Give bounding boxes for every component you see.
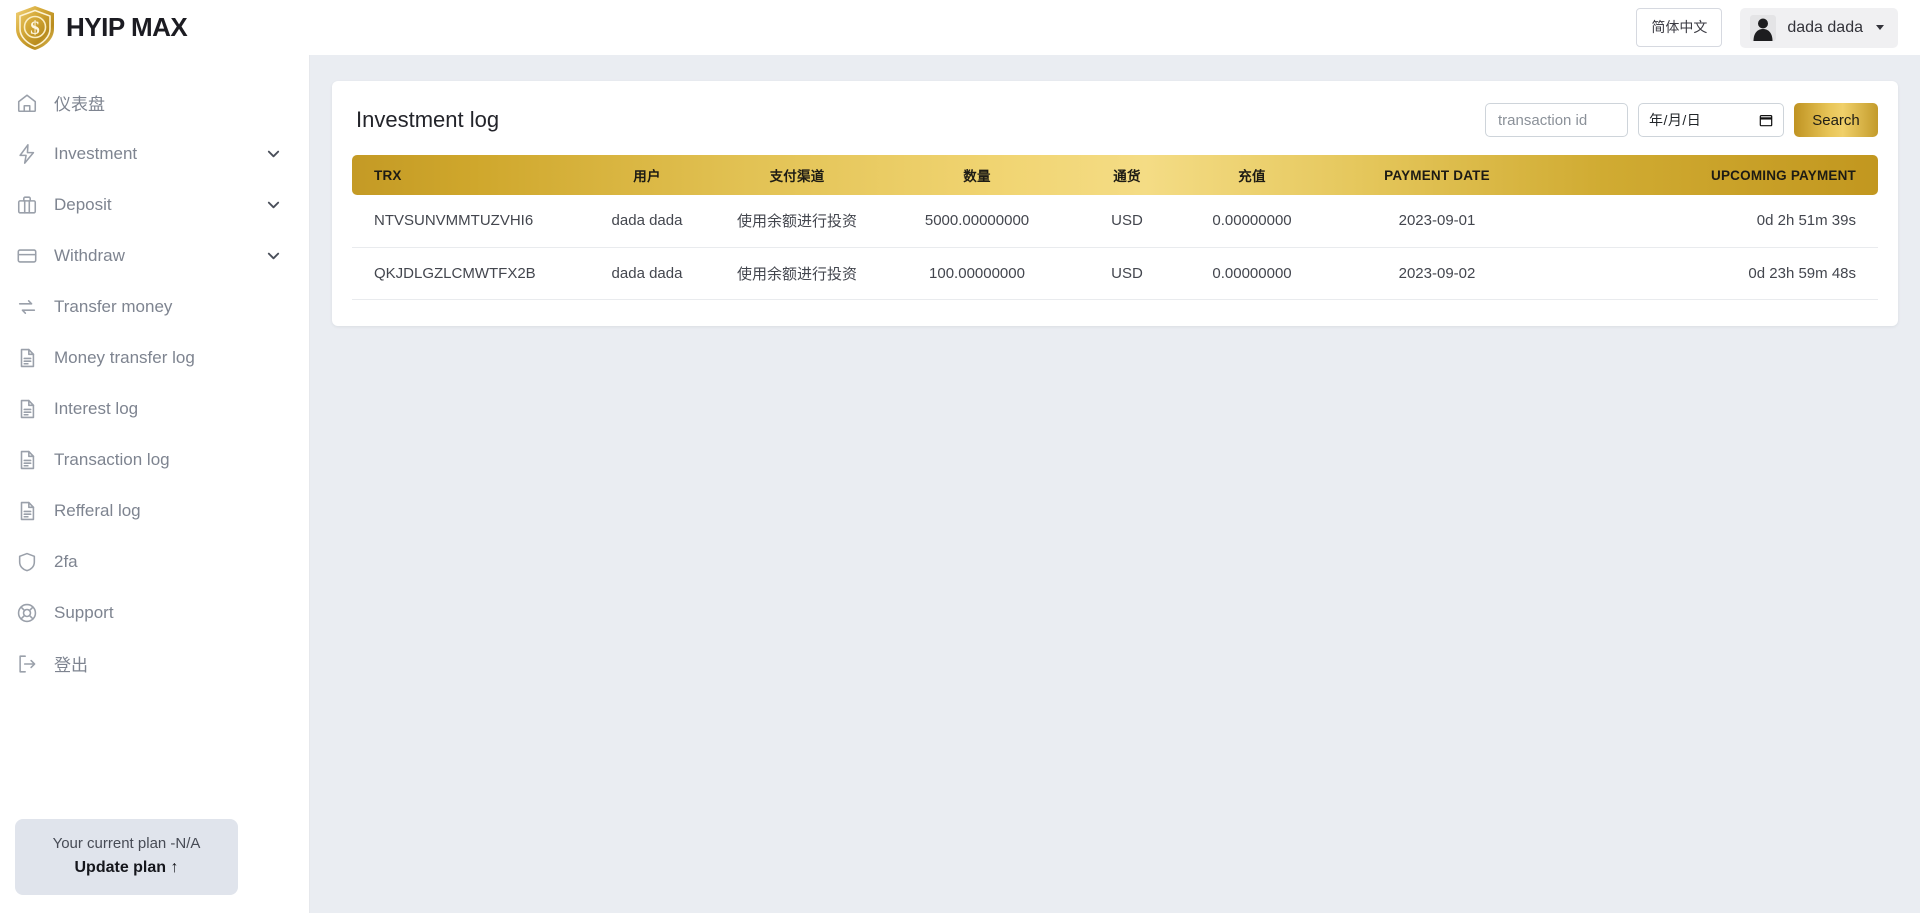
cell-currency: USD bbox=[1072, 247, 1182, 299]
table-row[interactable]: QKJDLGZLCMWTFX2B dada dada 使用余额进行投资 100.… bbox=[352, 247, 1878, 299]
cell-upcoming-payment: 0d 2h 51m 39s bbox=[1552, 195, 1878, 247]
sidebar-item-label: 2fa bbox=[54, 552, 78, 572]
column-header-user: 用户 bbox=[582, 155, 712, 195]
sidebar-item-deposit[interactable]: Deposit bbox=[0, 179, 309, 230]
cell-topup: 0.00000000 bbox=[1182, 247, 1322, 299]
sidebar-item-transfer-money[interactable]: Transfer money bbox=[0, 281, 309, 332]
sidebar-item-money-transfer-log[interactable]: Money transfer log bbox=[0, 332, 309, 383]
investment-log-table: TRX 用户 支付渠道 数量 通货 充值 PAYMENT DATE UPCOMI… bbox=[352, 155, 1878, 300]
card-header: Investment log 年/月/日 Search bbox=[352, 99, 1878, 155]
cell-payment-channel: 使用余额进行投资 bbox=[712, 195, 882, 247]
sidebar-item-label: 仪表盘 bbox=[54, 90, 105, 115]
table-header: TRX 用户 支付渠道 数量 通货 充值 PAYMENT DATE UPCOMI… bbox=[352, 155, 1878, 195]
sidebar-item-label: Refferal log bbox=[54, 501, 141, 521]
search-button[interactable]: Search bbox=[1794, 103, 1878, 137]
chevron-down-icon bbox=[266, 197, 281, 212]
sidebar-item-label: Transfer money bbox=[54, 297, 172, 317]
current-plan-card: Your current plan -N/A Update plan ↑ bbox=[15, 819, 238, 895]
update-plan-link[interactable]: Update plan ↑ bbox=[25, 859, 228, 877]
sidebar-item-investment[interactable]: Investment bbox=[0, 128, 309, 179]
chevron-down-icon bbox=[266, 146, 281, 161]
payment-date-input[interactable]: 年/月/日 bbox=[1638, 103, 1784, 137]
table-header-row: TRX 用户 支付渠道 数量 通货 充值 PAYMENT DATE UPCOMI… bbox=[352, 155, 1878, 195]
bolt-icon bbox=[14, 141, 40, 167]
transaction-id-input[interactable] bbox=[1485, 103, 1628, 137]
user-name-label: dada dada bbox=[1787, 19, 1863, 37]
document-icon bbox=[14, 345, 40, 371]
column-header-trx: TRX bbox=[352, 155, 582, 195]
sidebar-item-2fa[interactable]: 2fa bbox=[0, 536, 309, 587]
topbar-right-controls: 简体中文 dada dada bbox=[1636, 8, 1920, 48]
search-toolbar: 年/月/日 Search bbox=[1485, 103, 1878, 137]
sidebar-item-label: Transaction log bbox=[54, 450, 170, 470]
sidebar-item-label: Support bbox=[54, 603, 114, 623]
investment-log-card: Investment log 年/月/日 Search bbox=[332, 81, 1898, 326]
shield-icon bbox=[14, 549, 40, 575]
document-icon bbox=[14, 447, 40, 473]
cell-amount: 100.00000000 bbox=[882, 247, 1072, 299]
cell-user: dada dada bbox=[582, 195, 712, 247]
column-header-amount: 数量 bbox=[882, 155, 1072, 195]
page-title: Investment log bbox=[352, 107, 499, 133]
document-icon bbox=[14, 498, 40, 524]
sidebar-item-label: Withdraw bbox=[54, 246, 125, 266]
sidebar-item-interest-log[interactable]: Interest log bbox=[0, 383, 309, 434]
sidebar-item-support[interactable]: Support bbox=[0, 587, 309, 638]
sidebar: 仪表盘 Investment Deposit bbox=[0, 55, 310, 913]
cell-amount: 5000.00000000 bbox=[882, 195, 1072, 247]
cell-upcoming-payment: 0d 23h 59m 48s bbox=[1552, 247, 1878, 299]
top-bar: $ HYIP MAX 简体中文 dada dada bbox=[0, 0, 1920, 55]
brand-name: HYIP MAX bbox=[66, 12, 187, 43]
briefcase-icon bbox=[14, 192, 40, 218]
cell-payment-date: 2023-09-02 bbox=[1322, 247, 1552, 299]
sidebar-nav: 仪表盘 Investment Deposit bbox=[0, 55, 309, 689]
caret-down-icon bbox=[1876, 25, 1884, 30]
sidebar-item-label: 登出 bbox=[54, 651, 88, 676]
table-row[interactable]: NTVSUNVMMTUZVHI6 dada dada 使用余额进行投资 5000… bbox=[352, 195, 1878, 247]
table-body: NTVSUNVMMTUZVHI6 dada dada 使用余额进行投资 5000… bbox=[352, 195, 1878, 299]
current-plan-label: Your current plan -N/A bbox=[25, 835, 228, 852]
column-header-upcoming-payment: UPCOMING PAYMENT bbox=[1552, 155, 1878, 195]
column-header-payment-channel: 支付渠道 bbox=[712, 155, 882, 195]
calendar-icon[interactable] bbox=[1759, 113, 1773, 127]
sidebar-item-label: Money transfer log bbox=[54, 348, 195, 368]
cell-trx: NTVSUNVMMTUZVHI6 bbox=[352, 195, 582, 247]
chevron-down-icon bbox=[266, 248, 281, 263]
sidebar-item-withdraw[interactable]: Withdraw bbox=[0, 230, 309, 281]
sidebar-item-refferal-log[interactable]: Refferal log bbox=[0, 485, 309, 536]
column-header-currency: 通货 bbox=[1072, 155, 1182, 195]
main-content: Investment log 年/月/日 Search bbox=[310, 55, 1920, 913]
sidebar-item-transaction-log[interactable]: Transaction log bbox=[0, 434, 309, 485]
lifebuoy-icon bbox=[14, 600, 40, 626]
date-input-value: 年/月/日 bbox=[1649, 110, 1701, 130]
column-header-topup: 充值 bbox=[1182, 155, 1322, 195]
shield-dollar-logo: $ bbox=[14, 5, 56, 51]
cell-payment-channel: 使用余额进行投资 bbox=[712, 247, 882, 299]
sidebar-item-logout[interactable]: 登出 bbox=[0, 638, 309, 689]
home-icon bbox=[14, 90, 40, 116]
column-header-payment-date: PAYMENT DATE bbox=[1322, 155, 1552, 195]
sidebar-item-dashboard[interactable]: 仪表盘 bbox=[0, 77, 309, 128]
user-avatar-icon bbox=[1750, 15, 1776, 41]
cell-currency: USD bbox=[1072, 195, 1182, 247]
credit-card-icon bbox=[14, 243, 40, 269]
sidebar-item-label: Investment bbox=[54, 144, 137, 164]
cell-payment-date: 2023-09-01 bbox=[1322, 195, 1552, 247]
cell-user: dada dada bbox=[582, 247, 712, 299]
document-icon bbox=[14, 396, 40, 422]
user-menu[interactable]: dada dada bbox=[1740, 8, 1898, 48]
cell-trx: QKJDLGZLCMWTFX2B bbox=[352, 247, 582, 299]
sidebar-item-label: Interest log bbox=[54, 399, 138, 419]
cell-topup: 0.00000000 bbox=[1182, 195, 1322, 247]
brand-logo-area[interactable]: $ HYIP MAX bbox=[0, 5, 310, 51]
svg-text:$: $ bbox=[30, 18, 40, 39]
transfer-icon bbox=[14, 294, 40, 320]
sidebar-item-label: Deposit bbox=[54, 195, 112, 215]
logout-icon bbox=[14, 651, 40, 677]
language-selector[interactable]: 简体中文 bbox=[1636, 8, 1722, 46]
